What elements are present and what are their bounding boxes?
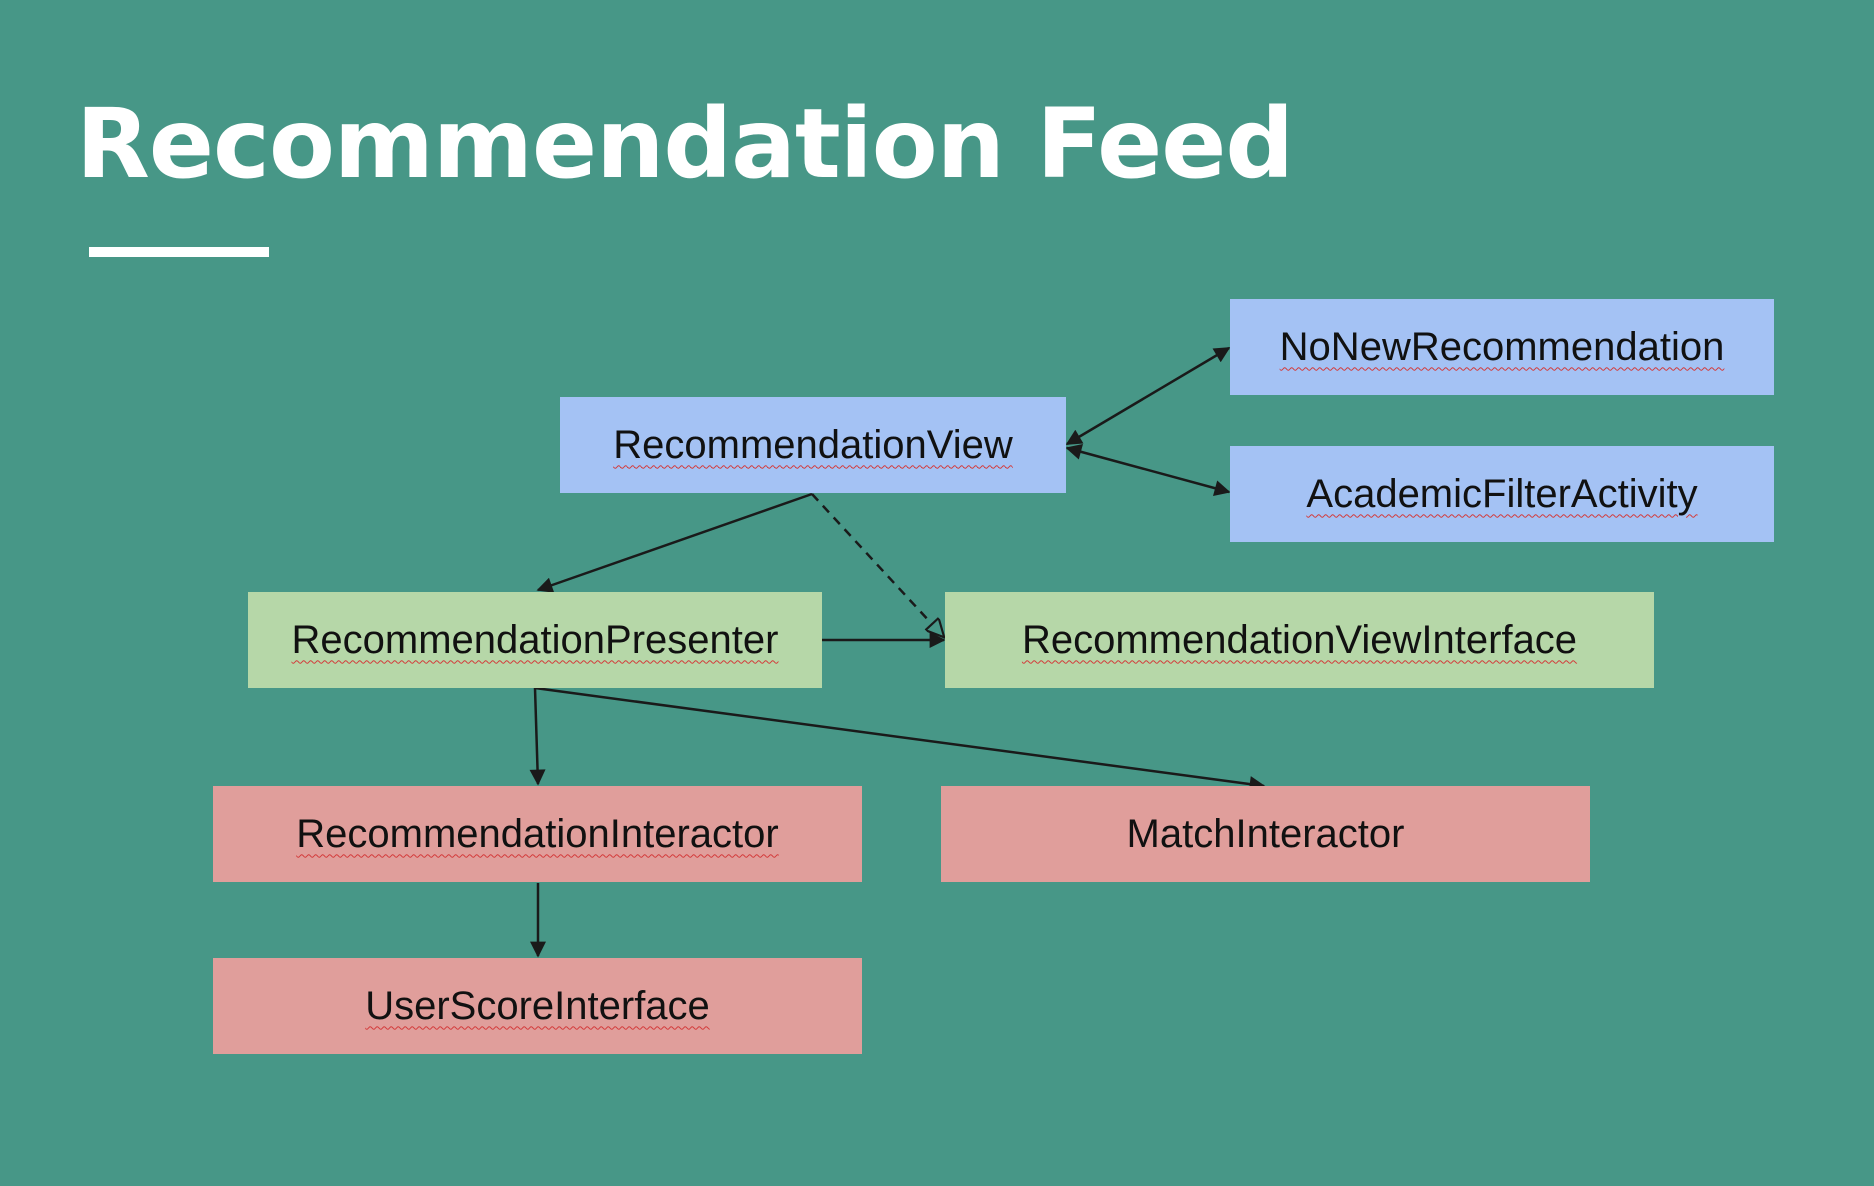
node-label: RecommendationInteractor bbox=[296, 811, 779, 856]
edge-view-to-view-interface bbox=[811, 493, 943, 636]
node-label: RecommendationPresenter bbox=[291, 617, 779, 662]
edge-presenter-to-recommendation-interactor bbox=[529, 687, 546, 786]
node-label: RecommendationViewInterface bbox=[1021, 617, 1578, 662]
node-recommendation-interactor: RecommendationInteractor bbox=[213, 786, 862, 882]
node-label: AcademicFilterActivity bbox=[1306, 471, 1698, 516]
edge-presenter-to-match-interactor bbox=[534, 686, 1266, 793]
node-recommendation-view-interface: RecommendationViewInterface bbox=[945, 592, 1654, 688]
edge-view-to-no-new-recommendation bbox=[1065, 346, 1231, 446]
node-match-interactor: MatchInteractor bbox=[941, 786, 1590, 882]
edge-view-to-presenter bbox=[536, 492, 813, 593]
node-label: MatchInteractor bbox=[1126, 811, 1405, 856]
node-recommendation-presenter: RecommendationPresenter bbox=[248, 592, 822, 688]
node-label: NoNewRecommendation bbox=[1279, 324, 1725, 369]
edge-view-to-academic-filter-activity bbox=[1065, 444, 1231, 496]
node-no-new-recommendation: NoNewRecommendation bbox=[1230, 299, 1774, 395]
node-label: RecommendationView bbox=[613, 422, 1013, 467]
node-academic-filter-activity: AcademicFilterActivity bbox=[1230, 446, 1774, 542]
node-user-score-interface: UserScoreInterface bbox=[213, 958, 862, 1054]
node-label: UserScoreInterface bbox=[365, 983, 710, 1028]
node-recommendation-view: RecommendationView bbox=[560, 397, 1066, 493]
